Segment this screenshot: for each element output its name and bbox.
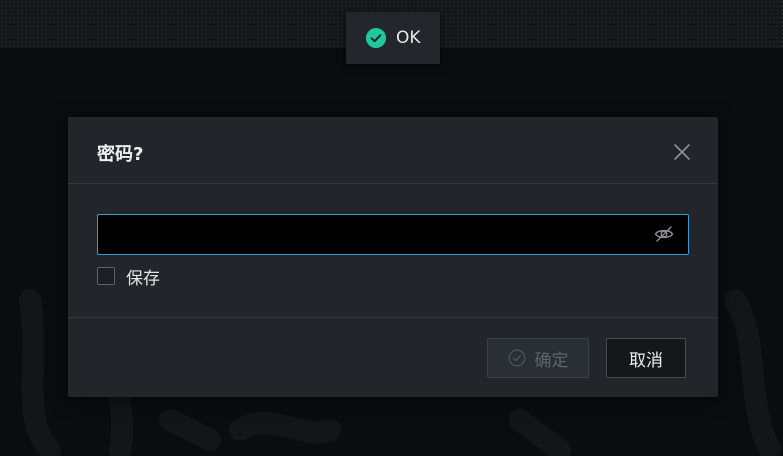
cancel-button-label: 取消	[629, 350, 663, 371]
confirm-button[interactable]: 确定	[487, 338, 589, 378]
dialog-footer: 确定 取消	[68, 317, 718, 397]
success-toast: OK	[346, 12, 440, 64]
eye-off-icon[interactable]	[654, 224, 674, 244]
save-checkbox[interactable]	[97, 267, 115, 285]
close-icon[interactable]	[671, 141, 693, 163]
password-field-container	[97, 214, 689, 255]
cancel-button[interactable]: 取消	[606, 338, 686, 378]
app-background: OK 密码? 保存 确定 取消	[0, 0, 783, 456]
password-input[interactable]	[98, 215, 646, 254]
check-circle-icon	[366, 28, 386, 48]
check-circle-icon	[508, 349, 525, 367]
dialog-title: 密码?	[97, 144, 144, 165]
toast-message: OK	[396, 28, 421, 48]
password-dialog: 密码? 保存 确定 取消	[68, 117, 718, 397]
confirm-button-label: 确定	[534, 350, 569, 371]
save-option: 保存	[97, 265, 160, 289]
dialog-header: 密码?	[68, 117, 718, 184]
save-label: 保存	[126, 268, 160, 289]
